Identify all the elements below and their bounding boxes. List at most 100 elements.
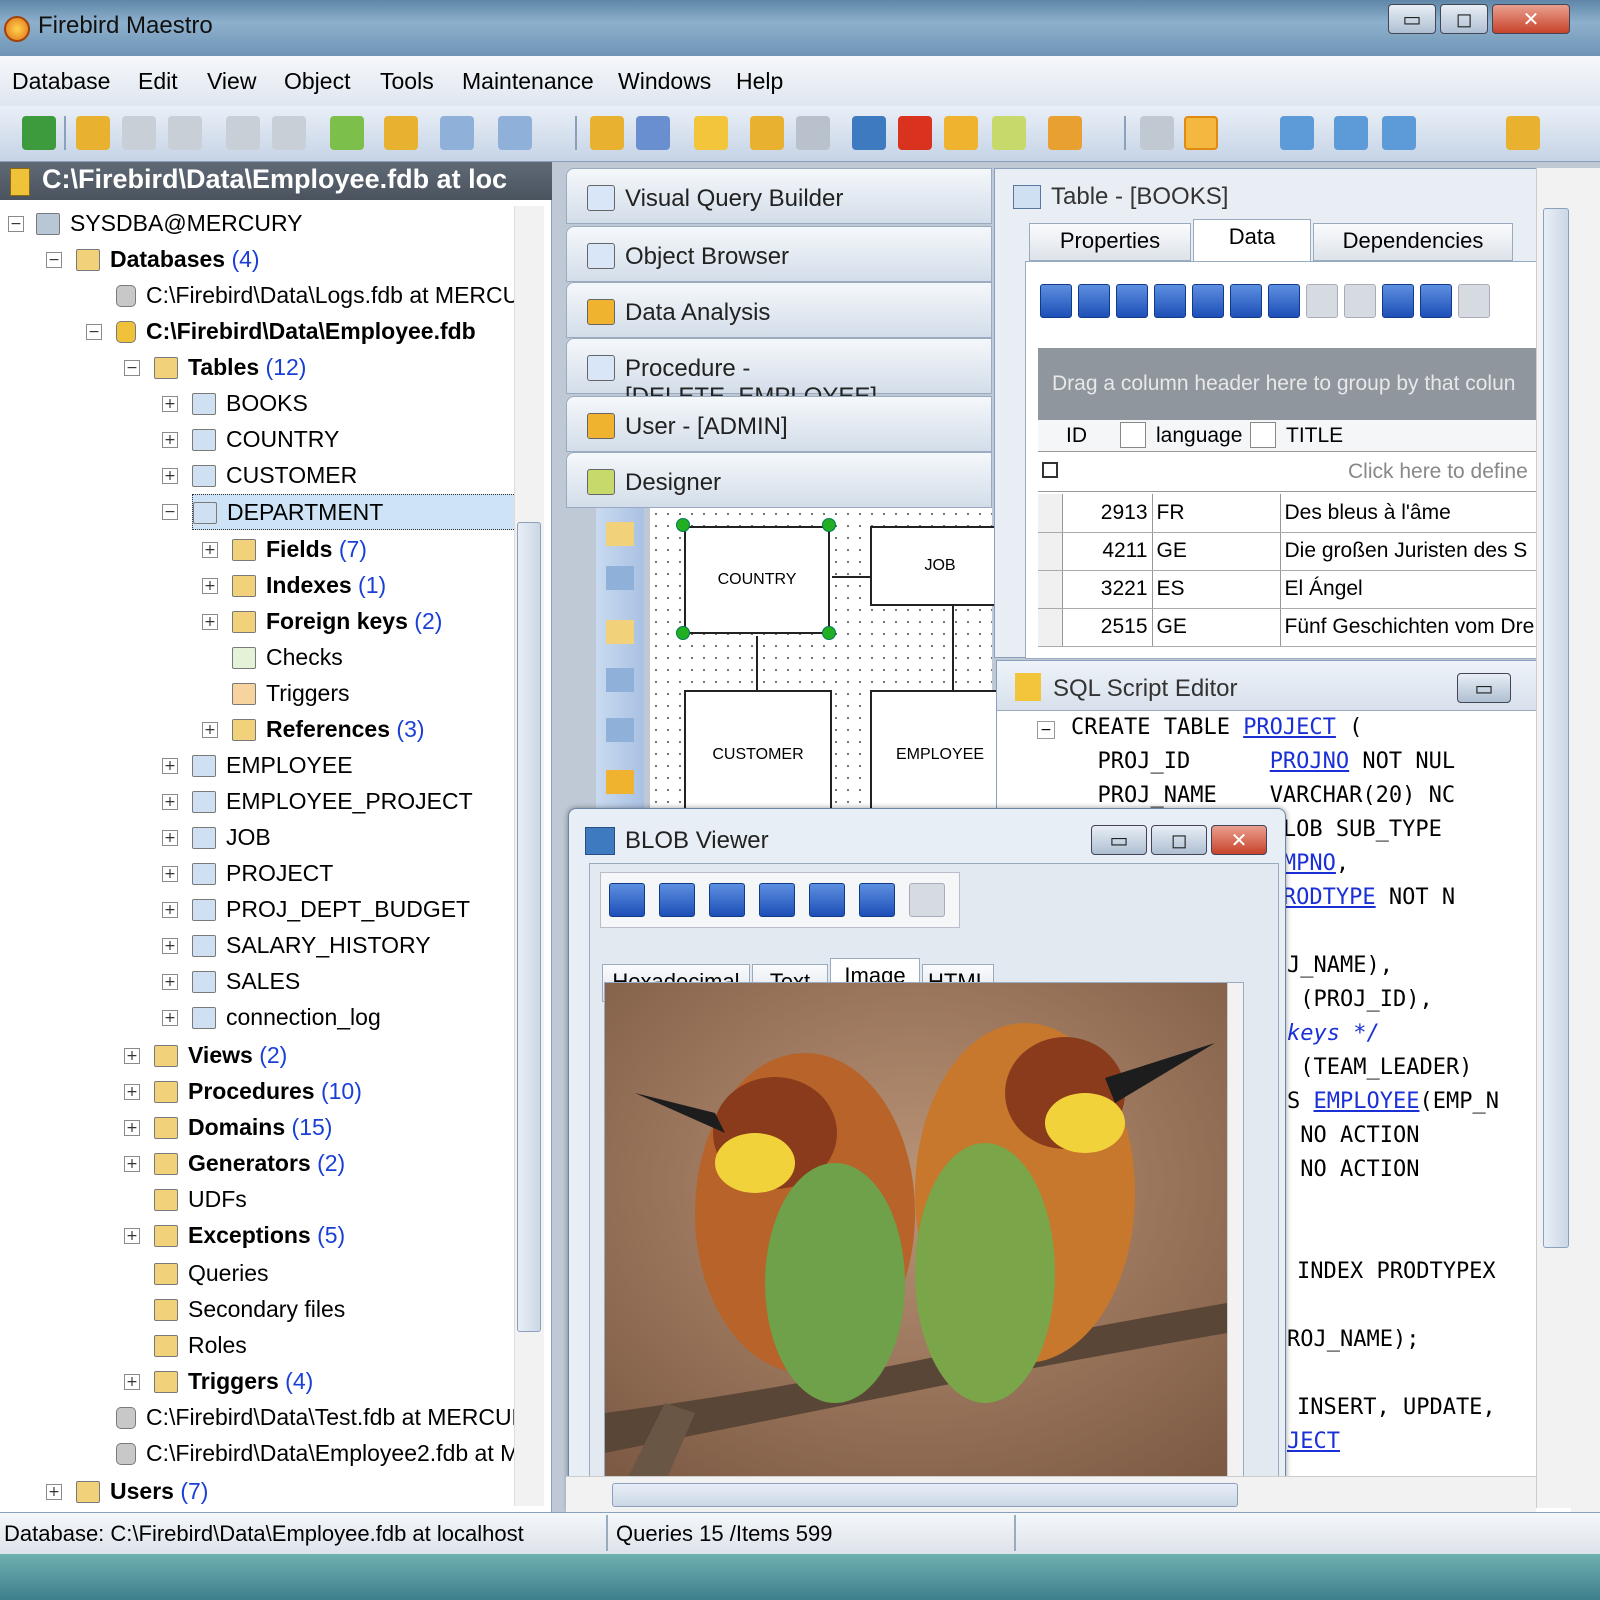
resize-handle[interactable]	[676, 518, 690, 532]
group-by-panel[interactable]: Drag a column header here to group by th…	[1038, 348, 1600, 420]
expand-icon[interactable]: +	[124, 1120, 140, 1136]
cell-id[interactable]: 4211	[1062, 532, 1153, 571]
entity-job[interactable]: JOB	[870, 526, 1010, 606]
table-row[interactable]: 4211 GE Die großen Juristen des S	[1038, 532, 1600, 571]
expand-icon[interactable]: +	[162, 866, 178, 882]
code-link[interactable]: PROJNO	[1270, 749, 1349, 774]
tree-item-checks[interactable]: Checks	[232, 640, 343, 676]
column-header-id[interactable]: ID	[1066, 424, 1087, 448]
scrollbar-thumb[interactable]	[1543, 208, 1569, 1248]
plug-icon[interactable]	[272, 116, 306, 150]
expand-icon[interactable]: +	[202, 722, 218, 738]
lock-icon[interactable]	[606, 770, 634, 794]
prior-record-icon[interactable]	[1078, 284, 1110, 318]
mdi-scrollbar[interactable]	[1536, 168, 1600, 1508]
maximize-button[interactable]: ◻	[1440, 4, 1488, 34]
tree-item-table[interactable]: PROJ_DEPT_BUDGET	[192, 892, 470, 928]
tree-item-exceptions[interactable]: Exceptions (5)	[154, 1218, 345, 1254]
tab-dependencies[interactable]: Dependencies	[1313, 223, 1513, 261]
edit-record-icon[interactable]	[1268, 284, 1300, 318]
tree-item-table-selected[interactable]: DEPARTMENT	[192, 494, 518, 530]
apply-icon[interactable]	[859, 883, 895, 917]
tree-item-table[interactable]: CUSTOMER	[192, 458, 357, 494]
tree-item-database[interactable]: C:\Firebird\Data\Test.fdb at MERCUR	[116, 1400, 528, 1436]
tree-item-secondary-files[interactable]: Secondary files	[154, 1292, 345, 1328]
tree-item-roles[interactable]: Roles	[154, 1328, 247, 1364]
refresh-icon[interactable]	[809, 883, 845, 917]
tree-item-table[interactable]: EMPLOYEE	[192, 748, 353, 784]
delete-record-icon[interactable]	[1230, 284, 1262, 318]
menu-object[interactable]: Object	[284, 68, 350, 95]
expand-icon[interactable]: +	[162, 974, 178, 990]
tab-properties[interactable]: Properties	[1029, 223, 1191, 261]
blob-viewer-icon[interactable]	[852, 116, 886, 150]
expand-icon[interactable]: +	[162, 1010, 178, 1026]
expand-icon[interactable]: +	[162, 468, 178, 484]
sql-script-icon[interactable]	[694, 116, 728, 150]
new-window-icon[interactable]	[1280, 116, 1314, 150]
object-tree-icon[interactable]	[1184, 116, 1218, 150]
expand-icon[interactable]: +	[46, 1484, 62, 1500]
apply-icon[interactable]	[1420, 284, 1452, 318]
sql-editor-icon[interactable]	[590, 116, 624, 150]
tree-item-udfs[interactable]: UDFs	[154, 1182, 247, 1218]
link-tool-icon[interactable]	[606, 566, 634, 590]
query-builder-icon[interactable]	[636, 116, 670, 150]
window-object-browser[interactable]: Object Browser	[566, 226, 992, 282]
print-icon[interactable]	[796, 116, 830, 150]
cell-language[interactable]: ES	[1152, 570, 1281, 609]
code-link[interactable]: EMPLOYEE	[1314, 1089, 1420, 1114]
window-procedure[interactable]: Procedure - [DELETE_EMPLOYEE]	[566, 338, 992, 410]
resize-handle[interactable]	[822, 518, 836, 532]
table-row[interactable]: 3221 ES El Ángel	[1038, 570, 1600, 609]
collapse-icon[interactable]: −	[8, 216, 24, 232]
entity-customer[interactable]: CUSTOMER	[684, 690, 832, 820]
cell-language[interactable]: GE	[1152, 608, 1281, 647]
connect-icon[interactable]	[226, 116, 260, 150]
disconnect-icon[interactable]	[122, 116, 156, 150]
tree-item-tables[interactable]: Tables (12)	[154, 350, 306, 386]
cancel-icon[interactable]	[1458, 284, 1490, 318]
expand-icon[interactable]: +	[124, 1048, 140, 1064]
export-icon[interactable]	[750, 116, 784, 150]
tree-item-procedures[interactable]: Procedures (10)	[154, 1074, 362, 1110]
tree-item-domains[interactable]: Domains (15)	[154, 1110, 332, 1146]
expand-icon[interactable]: +	[162, 794, 178, 810]
close-button[interactable]: ✕	[1492, 4, 1570, 34]
chart-icon[interactable]	[898, 116, 932, 150]
tree-item-references[interactable]: References (3)	[232, 712, 425, 748]
tree-item-table[interactable]: connection_log	[192, 1000, 381, 1036]
expand-icon[interactable]: +	[162, 396, 178, 412]
tree-item-table[interactable]: SALES	[192, 964, 300, 1000]
designer-icon[interactable]	[992, 116, 1026, 150]
horizontal-scrollbar[interactable]	[566, 1476, 1536, 1512]
window-visual-query-builder[interactable]: Visual Query Builder	[566, 168, 992, 224]
window-data-analysis[interactable]: Data Analysis	[566, 282, 992, 338]
cancel-icon[interactable]	[909, 883, 945, 917]
insert-record-icon[interactable]	[1192, 284, 1224, 318]
post-edit-icon[interactable]	[1306, 284, 1338, 318]
image-viewer[interactable]	[604, 982, 1244, 1482]
sort-dropdown-icon[interactable]	[1250, 422, 1276, 448]
scrollbar-thumb[interactable]	[612, 1483, 1238, 1507]
menu-view[interactable]: View	[207, 68, 256, 95]
cell-id[interactable]: 2913	[1062, 494, 1153, 533]
cell-language[interactable]: GE	[1152, 532, 1281, 571]
expand-icon[interactable]: +	[202, 542, 218, 558]
column-header-language[interactable]: language	[1156, 424, 1242, 448]
cell-id[interactable]: 2515	[1062, 608, 1153, 647]
expand-icon[interactable]: +	[124, 1084, 140, 1100]
first-record-icon[interactable]	[609, 883, 645, 917]
expand-icon[interactable]: +	[202, 578, 218, 594]
fold-icon[interactable]: −	[1037, 721, 1055, 739]
home-icon[interactable]	[1506, 116, 1540, 150]
table-row[interactable]: 2913 FR Des bleus à l'âme	[1038, 494, 1600, 533]
menu-help[interactable]: Help	[736, 68, 783, 95]
tree-item-table[interactable]: SALARY_HISTORY	[192, 928, 431, 964]
layout-icon[interactable]	[606, 718, 634, 742]
tree-item-users[interactable]: Users (7)	[76, 1474, 208, 1510]
tree-item-table[interactable]: PROJECT	[192, 856, 333, 892]
filter-icon[interactable]	[1042, 462, 1058, 478]
tree-item-fields[interactable]: Fields (7)	[232, 532, 367, 568]
procedure-icon[interactable]	[1048, 116, 1082, 150]
